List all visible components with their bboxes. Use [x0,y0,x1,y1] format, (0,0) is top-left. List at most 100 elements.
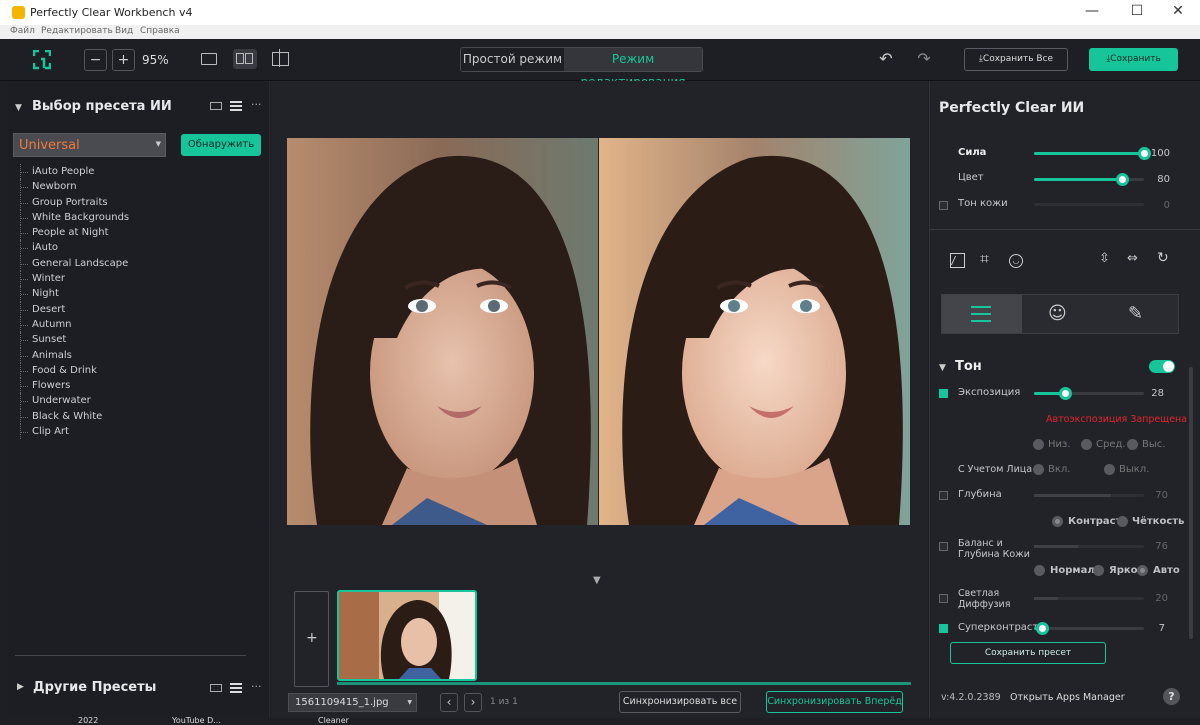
zoom-out-button[interactable]: − [84,49,107,71]
skin-tone-slider[interactable] [1034,203,1144,206]
preset-item[interactable]: Flowers [20,378,260,394]
curve-line [950,256,965,265]
undo-icon[interactable]: ↶ [876,49,896,68]
save-all-button[interactable]: ⤓Сохранить Все [964,48,1068,71]
preset-item[interactable]: People at Night [20,225,260,241]
light-diffusion-slider[interactable] [1034,597,1144,600]
menu-view[interactable]: Вид [115,26,133,36]
collapse-triangle-icon[interactable]: ▼ [15,103,22,113]
menu-help[interactable]: Справка [140,26,180,36]
prev-image-button[interactable]: ‹ [440,693,458,712]
exposure-low-radio[interactable] [1033,439,1044,450]
save-preset-button[interactable]: Сохранить пресет [950,642,1106,664]
save-button[interactable]: ⤓Сохранить [1089,48,1178,71]
flip-horizontal-icon[interactable]: ⇔ [1127,251,1138,266]
sync-forward-button[interactable]: Синхронизировать Вперёд [766,691,903,713]
maximize-button[interactable]: ☐ [1115,3,1159,23]
strength-slider[interactable] [1034,147,1151,160]
tone-toggle[interactable] [1149,360,1175,373]
normal-radio[interactable] [1034,565,1045,576]
curves-icon[interactable] [950,253,965,268]
skin-balance-checkbox[interactable] [939,542,948,551]
flip-vertical-icon[interactable]: ⇳ [1099,251,1110,266]
clarity-radio[interactable] [1117,516,1128,527]
supercontrast-checkbox[interactable] [939,624,948,633]
scrollbar[interactable] [1189,367,1193,639]
preset-dropdown[interactable]: Universal ▼ [13,133,166,157]
filename-dropdown[interactable]: 1561109415_1.jpg ▼ [288,693,417,712]
exposure-checkbox[interactable] [939,389,948,398]
exposure-mid-radio[interactable] [1081,439,1092,450]
preset-item[interactable]: Food & Drink [20,362,260,379]
detect-button[interactable]: Обнаружить [181,134,261,156]
slider-knob[interactable] [1059,387,1072,400]
tab-edit-mode[interactable]: Режим редактирования [564,48,702,89]
exposure-high-radio[interactable] [1127,439,1138,450]
expand-triangle-icon[interactable]: ▶ [17,682,24,692]
slider-knob[interactable] [1116,173,1129,186]
skin-balance-value: 76 [1155,541,1168,552]
apps-manager-link[interactable]: Открыть Apps Manager [1010,692,1125,703]
exposure-slider[interactable] [1034,387,1144,400]
tab-adjustments[interactable] [942,295,1022,333]
list-view-icon[interactable] [230,683,242,693]
zoom-in-button[interactable]: + [112,49,135,71]
crop-icon[interactable]: ⌗ [980,249,989,269]
strength-value: 100 [1150,148,1170,159]
preset-item[interactable]: Group Portraits [20,194,260,210]
face-aware-off-radio[interactable] [1104,464,1115,475]
side-by-side-view-button[interactable] [233,49,257,69]
expand-filmstrip-icon[interactable]: ▼ [593,575,601,586]
menu-edit[interactable]: Редактировать [41,26,113,36]
add-image-button[interactable]: + [294,591,329,687]
sync-all-button[interactable]: Синхронизировать все [619,691,741,713]
tab-simple-mode[interactable]: Простой режим [461,48,564,71]
preset-item[interactable]: Night [20,286,260,302]
depth-checkbox[interactable] [939,491,948,500]
palette-icon[interactable]: ✎ [1128,303,1143,324]
next-image-button[interactable]: › [464,693,482,712]
grid-view-icon[interactable] [210,102,222,110]
more-icon[interactable]: ··· [251,680,262,693]
skin-balance-slider[interactable] [1034,545,1144,548]
depth-slider[interactable] [1034,494,1144,497]
single-view-icon[interactable] [201,53,217,65]
thumbnail[interactable] [337,590,477,681]
grid-view-icon[interactable] [210,684,222,692]
face-icon[interactable]: ◡ [1009,254,1023,268]
auto-radio[interactable] [1137,565,1148,576]
preset-item[interactable]: Black & White [20,408,260,425]
rotate-icon[interactable]: ↻ [1157,250,1169,266]
minimize-button[interactable]: — [1070,3,1114,23]
face-profile-icon[interactable]: ☺ [1048,303,1067,324]
more-icon[interactable]: ··· [251,98,262,111]
preset-item[interactable]: Clip Art [20,424,260,440]
bright-radio[interactable] [1093,565,1104,576]
redo-icon[interactable]: ↷ [914,49,934,68]
preset-item[interactable]: Newborn [20,179,260,195]
contrast-radio[interactable] [1052,516,1063,527]
preset-item[interactable]: Sunset [20,332,260,348]
preset-item[interactable]: Underwater [20,393,260,409]
supercontrast-slider[interactable] [1034,622,1144,635]
split-view-icon[interactable] [272,49,289,67]
preset-item[interactable]: iAuto People [20,164,260,180]
skin-tone-checkbox[interactable] [939,201,948,210]
preset-item[interactable]: White Backgrounds [20,209,260,226]
preset-item[interactable]: Animals [20,347,260,363]
face-aware-on-radio[interactable] [1033,464,1044,475]
portrait-enhanced-image [599,138,910,525]
preset-item[interactable]: General Landscape [20,255,260,272]
collapse-triangle-icon[interactable]: ▼ [939,363,946,373]
menu-file[interactable]: Файл [10,26,35,36]
close-button[interactable]: ✕ [1156,3,1200,23]
color-slider[interactable] [1034,173,1144,186]
slider-knob[interactable] [1036,622,1049,635]
preset-item[interactable]: Desert [20,301,260,317]
light-diffusion-checkbox[interactable] [939,594,948,603]
preset-item[interactable]: Winter [20,271,260,287]
list-view-icon[interactable] [230,101,242,111]
help-icon[interactable]: ? [1163,688,1180,705]
preset-item[interactable]: iAuto [20,240,260,256]
preset-item[interactable]: Autumn [20,316,260,333]
